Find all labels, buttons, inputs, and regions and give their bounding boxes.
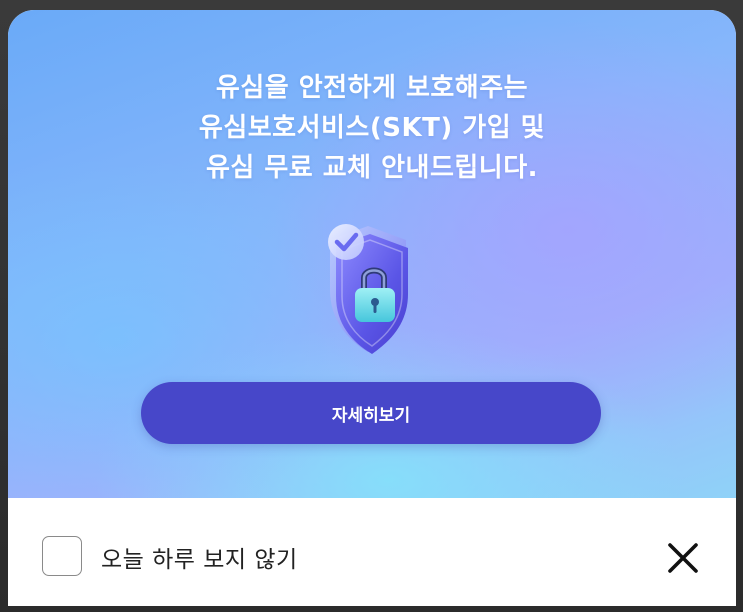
headline-line-3: 유심 무료 교체 안내드립니다. bbox=[205, 153, 539, 183]
close-icon bbox=[668, 543, 698, 573]
view-details-button[interactable]: 자세히보기 bbox=[141, 382, 601, 444]
headline-line-2: 유심보호서비스(SKT) 가입 및 bbox=[198, 113, 546, 143]
shield-lock-icon bbox=[308, 208, 428, 368]
dont-show-today-checkbox[interactable] bbox=[42, 536, 82, 576]
dont-show-today-label[interactable]: 오늘 하루 보지 않기 bbox=[101, 540, 298, 574]
notice-popup: 유심을 안전하게 보호해주는 유심보호서비스(SKT) 가입 및 유심 무료 교… bbox=[8, 10, 736, 606]
headline-line-1: 유심을 안전하게 보호해주는 bbox=[215, 73, 529, 103]
popup-banner: 유심을 안전하게 보호해주는 유심보호서비스(SKT) 가입 및 유심 무료 교… bbox=[8, 10, 736, 498]
close-button[interactable] bbox=[665, 540, 701, 576]
popup-headline: 유심을 안전하게 보호해주는 유심보호서비스(SKT) 가입 및 유심 무료 교… bbox=[8, 68, 736, 188]
popup-footer: 오늘 하루 보지 않기 bbox=[8, 498, 736, 606]
